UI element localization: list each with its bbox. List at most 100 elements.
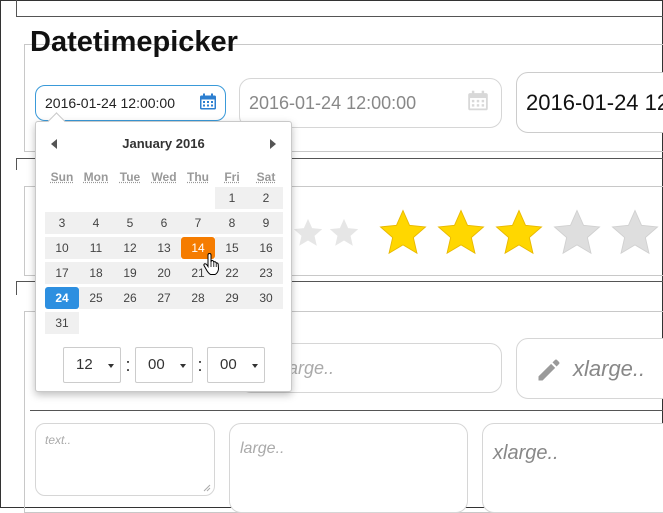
calendar-empty-cell bbox=[79, 187, 113, 209]
calendar-day[interactable]: 27 bbox=[147, 287, 181, 309]
time-selector: 12 : 00 : 00 bbox=[63, 347, 265, 383]
star-filled-icon[interactable] bbox=[434, 206, 488, 260]
calendar-empty-cell bbox=[147, 187, 181, 209]
calendar-day[interactable]: 23 bbox=[249, 262, 283, 284]
calendar-week-row: 24 25 26 27 28 29 30 bbox=[45, 287, 283, 309]
weekday-header: Sun Mon Tue Wed Thu Fri Sat bbox=[45, 170, 283, 184]
minute-select[interactable]: 00 bbox=[135, 347, 193, 383]
xlarge-input[interactable]: xlarge.. bbox=[516, 338, 663, 399]
rating-large bbox=[376, 206, 662, 260]
section-divider bbox=[16, 16, 663, 17]
calendar-grid: Sun Mon Tue Wed Thu Fri Sat 1 2 3 4 5 6 7 8 9 10 11 12 13 1… bbox=[45, 170, 283, 334]
datetime-value: 2016-01-24 12:00:00 bbox=[45, 95, 225, 111]
xlarge-input-placeholder: xlarge.. bbox=[573, 356, 645, 381]
time-separator: : bbox=[121, 355, 135, 376]
calendar-week-row: 3456789 bbox=[45, 212, 283, 234]
year-label: 2016 bbox=[176, 136, 205, 151]
calendar-week-row: 12 bbox=[45, 187, 283, 209]
textarea-xlarge[interactable]: xlarge.. bbox=[482, 423, 663, 513]
star-filled-icon[interactable] bbox=[376, 206, 430, 260]
hour-select[interactable]: 12 bbox=[63, 347, 121, 383]
calendar-day[interactable]: 18 bbox=[79, 262, 113, 284]
calendar-day[interactable]: 31 bbox=[45, 312, 79, 334]
calendar-day[interactable]: 29 bbox=[215, 287, 249, 309]
calendar-day[interactable]: 8 bbox=[215, 212, 249, 234]
calendar-day[interactable]: 30 bbox=[249, 287, 283, 309]
weekday-label: Tue bbox=[113, 170, 147, 184]
datetime-value: 2016-01-24 12 bbox=[526, 90, 663, 116]
textarea-small-placeholder: text.. bbox=[45, 433, 71, 447]
calendar-day[interactable]: 5 bbox=[113, 212, 147, 234]
calendar-header: January 2016 bbox=[36, 136, 291, 154]
calendar-empty-cell bbox=[45, 187, 79, 209]
calendar-day[interactable]: 6 bbox=[147, 212, 181, 234]
calendar-day[interactable]: 16 bbox=[249, 237, 283, 259]
calendar-day[interactable]: 13 bbox=[147, 237, 181, 259]
calendar-empty-cell bbox=[113, 187, 147, 209]
calendar-day[interactable]: 20 bbox=[147, 262, 181, 284]
calendar-day[interactable]: 17 bbox=[45, 262, 79, 284]
weekday-label: Thu bbox=[181, 170, 215, 184]
datetime-input-active[interactable]: 2016-01-24 12:00:00 bbox=[35, 85, 226, 121]
calendar-icon[interactable] bbox=[199, 93, 217, 114]
rating-small bbox=[291, 216, 361, 250]
calendar-day[interactable]: 2 bbox=[249, 187, 283, 209]
calendar-day[interactable]: 19 bbox=[113, 262, 147, 284]
textarea-large-placeholder: large.. bbox=[240, 440, 284, 457]
calendar-day-selected[interactable]: 24 bbox=[45, 287, 79, 309]
calendar-day[interactable]: 4 bbox=[79, 212, 113, 234]
calendar-week-row: 31 bbox=[45, 312, 283, 334]
star-empty-icon[interactable] bbox=[550, 206, 604, 260]
second-value: 00 bbox=[220, 356, 237, 373]
second-select[interactable]: 00 bbox=[207, 347, 265, 383]
calendar-day[interactable]: 26 bbox=[113, 287, 147, 309]
calendar-day[interactable]: 25 bbox=[79, 287, 113, 309]
calendar-empty-cell bbox=[147, 312, 181, 334]
weekday-label: Fri bbox=[215, 170, 249, 184]
weekday-label: Sat bbox=[249, 170, 283, 184]
datetime-input-xlarge[interactable]: 2016-01-24 12 bbox=[516, 72, 663, 133]
hand-cursor-icon bbox=[202, 252, 222, 276]
datetimepicker-popup: January 2016 Sun Mon Tue Wed Thu Fri Sat 12345… bbox=[35, 121, 292, 392]
calendar-week-row: 10 11 12 13 14 15 16 bbox=[45, 237, 283, 259]
textarea-large[interactable]: large.. bbox=[229, 423, 468, 513]
page-title: Datetimepicker bbox=[30, 26, 238, 59]
chevron-down-icon bbox=[108, 364, 114, 368]
calendar-empty-cell bbox=[79, 312, 113, 334]
calendar-empty-cell bbox=[113, 312, 147, 334]
calendar-day[interactable]: 12 bbox=[113, 237, 147, 259]
section-border bbox=[16, 0, 17, 16]
textarea-xlarge-placeholder: xlarge.. bbox=[493, 442, 559, 464]
calendar-icon[interactable] bbox=[467, 90, 489, 117]
section-border bbox=[16, 281, 17, 295]
time-separator: : bbox=[193, 355, 207, 376]
pencil-icon bbox=[535, 356, 563, 384]
calendar-empty-cell bbox=[215, 312, 249, 334]
hour-value: 12 bbox=[76, 356, 93, 373]
month-year-label[interactable]: January 2016 bbox=[36, 136, 291, 151]
calendar-day[interactable]: 7 bbox=[181, 212, 215, 234]
datetime-value: 2016-01-24 12:00:00 bbox=[249, 93, 501, 114]
star-empty-icon[interactable] bbox=[327, 216, 361, 250]
month-label: January bbox=[122, 136, 172, 151]
weekday-label: Sun bbox=[45, 170, 79, 184]
calendar-day[interactable]: 1 bbox=[215, 187, 249, 209]
calendar-day[interactable]: 3 bbox=[45, 212, 79, 234]
star-empty-icon[interactable] bbox=[291, 216, 325, 250]
star-empty-icon[interactable] bbox=[608, 206, 662, 260]
calendar-empty-cell bbox=[181, 312, 215, 334]
section-border bbox=[16, 158, 17, 170]
weekday-label: Wed bbox=[147, 170, 181, 184]
chevron-down-icon bbox=[180, 364, 186, 368]
calendar-empty-cell bbox=[249, 312, 283, 334]
calendar-day[interactable]: 9 bbox=[249, 212, 283, 234]
star-filled-icon[interactable] bbox=[492, 206, 546, 260]
calendar-day[interactable]: 28 bbox=[181, 287, 215, 309]
textarea-small[interactable]: text.. bbox=[35, 423, 215, 496]
calendar-day[interactable]: 10 bbox=[45, 237, 79, 259]
next-month-button[interactable] bbox=[270, 139, 276, 149]
calendar-day[interactable]: 11 bbox=[79, 237, 113, 259]
minute-value: 00 bbox=[148, 356, 165, 373]
resize-handle-icon[interactable] bbox=[203, 484, 211, 492]
weekday-label: Mon bbox=[79, 170, 113, 184]
